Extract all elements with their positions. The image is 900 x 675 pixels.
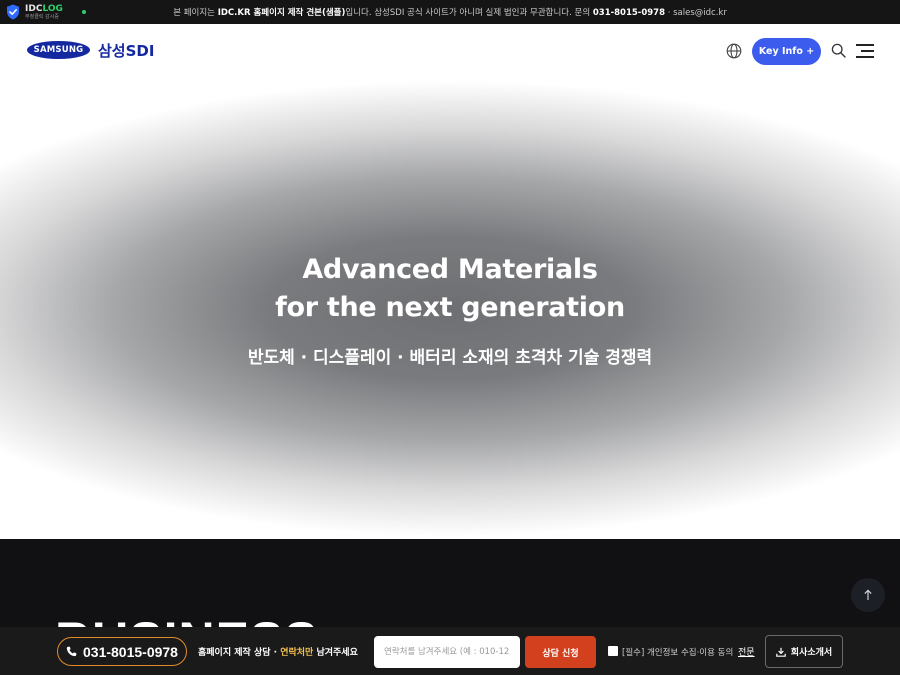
brand-name[interactable]: 삼성SDI: [98, 40, 154, 61]
globe-icon[interactable]: [726, 43, 742, 59]
online-status-dot: [82, 10, 86, 14]
hero-title-line2: for the next generation: [275, 292, 625, 323]
label-highlight: 연락처만: [280, 648, 314, 658]
idclog-subtitle: 부정클릭 감시중: [25, 13, 59, 20]
hamburger-menu-icon[interactable]: [856, 43, 874, 58]
contact-bar-label: 홈페이지 제작 상담 · 연락처만 남겨주세요: [198, 645, 358, 658]
label-post: 남겨주세요: [313, 648, 358, 658]
scroll-top-button[interactable]: [851, 578, 885, 612]
idclog-brand-a: IDC: [25, 3, 43, 14]
idclog-badge[interactable]: IDCLOG 부정클릭 감시중: [6, 3, 63, 21]
label-pre: 홈페이지 제작 상담 ·: [198, 648, 281, 658]
notice-text-pre: 본 페이지는: [173, 8, 218, 18]
hero-section: Advanced Materials for the next generati…: [0, 78, 900, 539]
idclog-wordmark: IDCLOG 부정클릭 감시중: [25, 3, 63, 20]
phone-icon: [66, 646, 77, 657]
shield-check-icon: [7, 4, 19, 20]
samsung-logo[interactable]: SAMSUNG: [27, 41, 90, 59]
site-header: SAMSUNG 삼성SDI Key Info +: [0, 24, 900, 78]
key-info-button[interactable]: Key Info +: [752, 38, 821, 65]
hero-subtitle: 반도체 · 디스플레이 · 배터리 소재의 초격차 기술 경쟁력: [247, 348, 653, 368]
notice-phone[interactable]: 031-8015-0978: [593, 8, 665, 18]
consult-submit-button[interactable]: 상담 신청: [525, 636, 596, 668]
notice-text: 본 페이지는 IDC.KR 홈페이지 제작 견본(샘플)입니다. 삼성SDI 공…: [173, 6, 727, 18]
notice-email[interactable]: · sales@idc.kr: [665, 8, 727, 18]
contact-phone-input[interactable]: [374, 636, 520, 668]
privacy-full-text-link[interactable]: 전문: [738, 645, 755, 658]
hero-title-line1: Advanced Materials: [302, 254, 598, 285]
idclog-brand-b: LOG: [42, 3, 63, 14]
call-button-number: 031-8015-0978: [83, 643, 178, 660]
idclog-brand: IDCLOG: [25, 3, 63, 14]
company-brochure-button[interactable]: 회사소개서: [765, 635, 843, 668]
contact-bar: 031-8015-0978 홈페이지 제작 상담 · 연락처만 남겨주세요 상담…: [0, 627, 900, 675]
search-icon[interactable]: [831, 43, 846, 58]
call-button[interactable]: 031-8015-0978: [57, 637, 187, 666]
notice-text-mid: 입니다. 삼성SDI 공식 사이트가 아니며 실제 법인과 무관합니다. 문의: [345, 8, 593, 18]
privacy-consent-checkbox[interactable]: [608, 646, 618, 656]
privacy-consent-label: [필수] 개인정보 수집·이용 동의: [622, 648, 734, 658]
download-icon: [775, 647, 786, 657]
notice-text-bold: IDC.KR 홈페이지 제작 견본(샘플): [217, 8, 346, 18]
top-notice-bar: IDCLOG 부정클릭 감시중 본 페이지는 IDC.KR 홈페이지 제작 견본…: [0, 0, 900, 24]
brochure-button-label: 회사소개서: [790, 648, 833, 658]
arrow-up-icon: [864, 589, 872, 600]
